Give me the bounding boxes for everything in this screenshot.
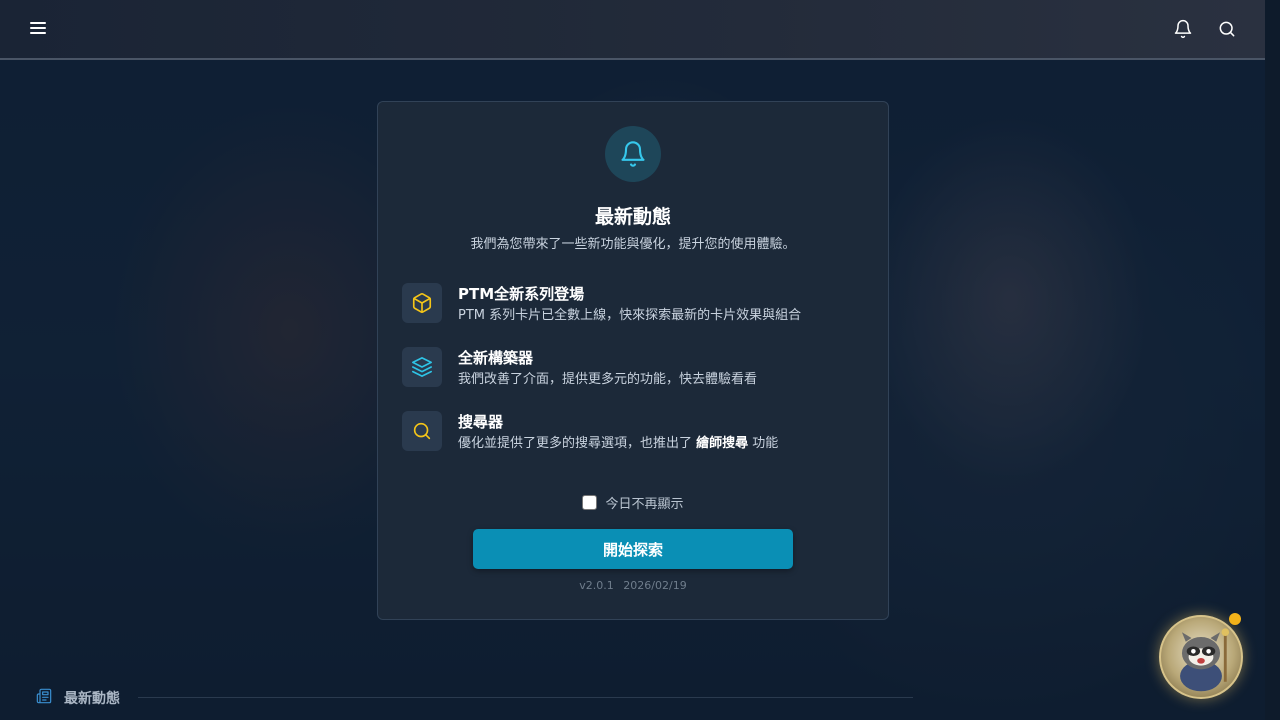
notification-badge [1229, 613, 1241, 625]
top-bar [0, 0, 1265, 60]
feature-description-highlight: 繪師搜尋 [696, 436, 749, 451]
release-date: 2026/02/19 [623, 579, 687, 592]
search-icon [402, 411, 442, 451]
modal-subtitle: 我們為您帶來了一些新功能與優化，提升您的使用體驗。 [470, 237, 796, 252]
feature-title: 搜尋器 [458, 413, 504, 431]
feature-description: 優化並提供了更多的搜尋選項，也推出了 繪師搜尋 功能 [458, 432, 778, 451]
dont-show-today-row: 今日不再顯示 [378, 493, 888, 512]
feature-item-builder: 全新構築器 我們改善了介面，提供更多元的功能，快去體驗看看 [402, 347, 862, 391]
feature-description-suffix: 功能 [748, 436, 779, 451]
search-icon[interactable] [1215, 17, 1239, 41]
version-info: v2.0.1 2026/02/19 [378, 579, 888, 592]
feature-item-search: 搜尋器 優化並提供了更多的搜尋選項，也推出了 繪師搜尋 功能 [402, 411, 862, 455]
modal-title: 最新動態 [594, 206, 671, 228]
cube-icon [402, 283, 442, 323]
news-section-title: 最新動態 [64, 691, 120, 707]
bell-icon[interactable] [1171, 17, 1195, 41]
feature-title: 全新構築器 [458, 349, 534, 367]
dont-show-today-checkbox[interactable] [582, 495, 598, 510]
page-scrollbar[interactable] [1265, 0, 1280, 720]
divider [138, 697, 913, 698]
bell-icon [605, 126, 661, 182]
feature-description: 我們改善了介面，提供更多元的功能，快去體驗看看 [458, 372, 758, 387]
whats-new-modal: 最新動態 我們為您帶來了一些新功能與優化，提升您的使用體驗。 PTM全新系列登場… [377, 101, 889, 620]
news-section-header: 最新動態 [36, 688, 120, 708]
raccoon-mascot-icon [1180, 628, 1230, 692]
start-explore-button[interactable]: 開始探索 [473, 529, 793, 569]
menu-icon[interactable] [26, 17, 50, 41]
feature-item-ptm: PTM全新系列登場 PTM 系列卡片已全數上線，快來探索最新的卡片效果與組合 [402, 283, 862, 327]
raccoon-mascot-button[interactable] [1159, 615, 1243, 699]
dont-show-today-label[interactable]: 今日不再顯示 [605, 493, 683, 512]
feature-description-prefix: 優化並提供了更多的搜尋選項，也推出了 [458, 436, 697, 451]
version-number: v2.0.1 [579, 579, 614, 592]
feature-description: PTM 系列卡片已全數上線，快來探索最新的卡片效果與組合 [458, 308, 802, 323]
newspaper-icon [36, 688, 52, 708]
layers-icon [402, 347, 442, 387]
feature-title: PTM全新系列登場 [458, 285, 585, 303]
